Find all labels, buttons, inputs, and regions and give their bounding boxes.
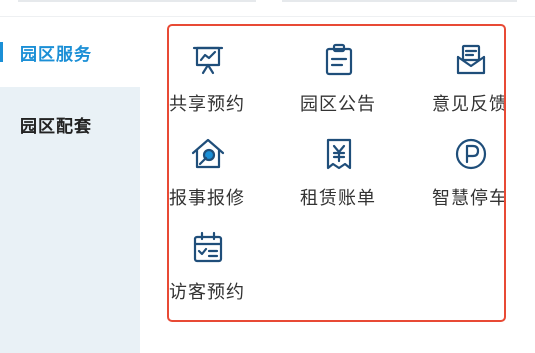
service-rental-bill[interactable]: 租赁账单 [295, 136, 405, 226]
service-label: 报事报修 [169, 188, 245, 209]
service-feedback[interactable]: 意见反馈 [427, 42, 506, 132]
sidebar: 园区服务 园区配套 [0, 17, 140, 353]
service-label: 园区公告 [300, 94, 376, 115]
mail-feedback-icon [453, 42, 489, 78]
yen-bill-icon [321, 136, 357, 172]
top-tab-left [18, 0, 256, 2]
active-indicator [0, 42, 3, 62]
service-park-notice[interactable]: 园区公告 [295, 42, 405, 132]
service-label: 租赁账单 [300, 188, 376, 209]
service-shared-booking[interactable]: 共享预约 [169, 42, 279, 132]
parking-icon [453, 136, 489, 172]
presentation-chart-icon [190, 42, 226, 78]
service-label: 意见反馈 [432, 94, 506, 115]
service-label: 共享预约 [169, 94, 245, 115]
sidebar-item-label: 园区配套 [20, 116, 92, 137]
service-label: 智慧停车 [432, 188, 506, 209]
service-smart-parking[interactable]: 智慧停车 [427, 136, 506, 226]
calendar-check-icon [190, 230, 226, 266]
top-strip [0, 0, 535, 17]
services-grid: 共享预约 园区公告 意见反馈 报事报修 租赁账单 智慧停车 访客预约 [167, 24, 506, 322]
sidebar-item-park-facilities[interactable]: 园区配套 [0, 89, 140, 159]
house-wrench-icon [190, 136, 226, 172]
top-tab-right [282, 0, 517, 2]
service-visitor-booking[interactable]: 访客预约 [169, 230, 279, 320]
sidebar-item-label: 园区服务 [20, 44, 92, 65]
service-label: 访客预约 [169, 282, 245, 303]
sidebar-item-park-services[interactable]: 园区服务 [0, 17, 140, 87]
clipboard-notice-icon [321, 42, 357, 78]
service-repair-report[interactable]: 报事报修 [169, 136, 279, 226]
